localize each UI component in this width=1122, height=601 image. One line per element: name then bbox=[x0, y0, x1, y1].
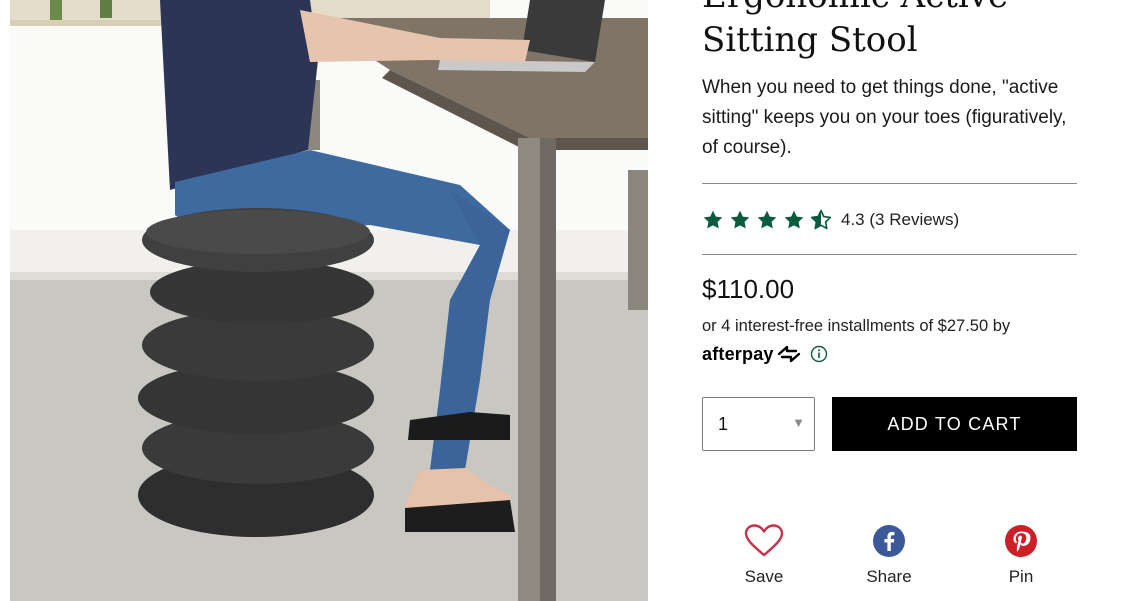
rating-summary[interactable]: 4.3 (3 Reviews) bbox=[841, 210, 959, 230]
star-icon bbox=[784, 210, 804, 229]
divider bbox=[702, 183, 1077, 184]
facebook-icon bbox=[873, 525, 905, 557]
afterpay-badge[interactable]: afterpay bbox=[702, 341, 828, 367]
save-label: Save bbox=[744, 567, 784, 586]
pinterest-icon bbox=[1005, 525, 1037, 557]
half-star-icon bbox=[810, 209, 832, 230]
rating-value: 4.3 bbox=[841, 210, 865, 229]
share-label: Share bbox=[866, 567, 912, 586]
heart-icon bbox=[744, 524, 784, 557]
product-image bbox=[10, 0, 648, 601]
star-icon bbox=[703, 210, 723, 229]
quantity-select[interactable]: 1 ▼ bbox=[702, 397, 815, 451]
add-to-cart-button[interactable]: ADD TO CART bbox=[832, 397, 1077, 451]
pin-label: Pin bbox=[1008, 567, 1034, 586]
reviews-link[interactable]: (3 Reviews) bbox=[869, 210, 959, 229]
afterpay-wordmark: afterpay bbox=[702, 343, 774, 364]
star-icon bbox=[757, 210, 777, 229]
star-icon bbox=[730, 210, 750, 229]
divider bbox=[702, 254, 1077, 255]
info-icon[interactable] bbox=[810, 345, 828, 363]
share-button[interactable]: Share bbox=[849, 524, 929, 587]
product-title: Ergonomic Active Sitting Stool bbox=[702, 0, 1008, 60]
product-description: When you need to get things done, "activ… bbox=[702, 77, 1067, 158]
afterpay-logo-icon bbox=[777, 345, 800, 363]
rating[interactable]: 4.3 (3 Reviews) bbox=[702, 207, 959, 233]
installments-text: or 4 interest-free installments of $27.5… bbox=[702, 317, 1011, 335]
chevron-down-icon: ▼ bbox=[792, 415, 805, 430]
save-button[interactable]: Save bbox=[724, 524, 804, 587]
quantity-value: 1 bbox=[718, 414, 729, 434]
price: $110.00 bbox=[702, 274, 795, 304]
pin-button[interactable]: Pin bbox=[981, 524, 1061, 587]
